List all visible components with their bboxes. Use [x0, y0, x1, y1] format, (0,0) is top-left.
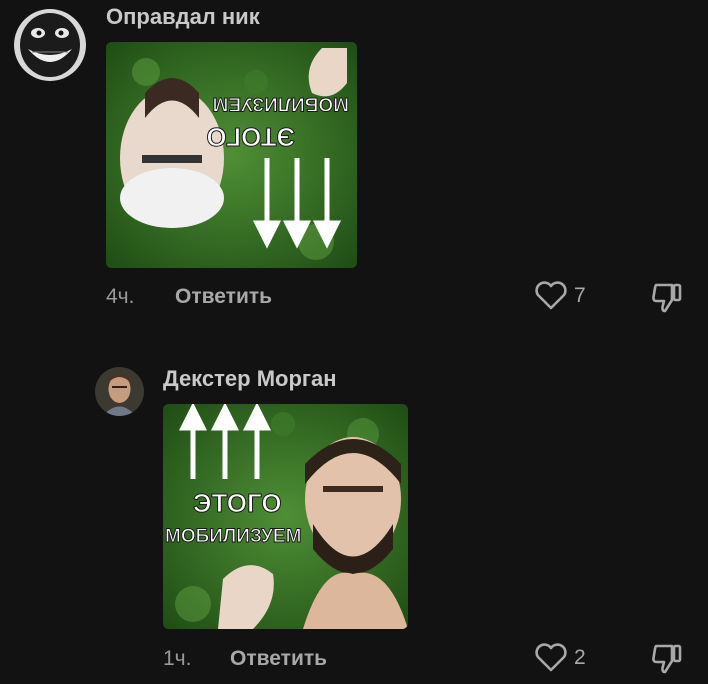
like-count: 2 [574, 646, 586, 669]
comment-timestamp: 1ч. [163, 647, 192, 670]
like-button[interactable]: 2 [534, 643, 586, 673]
meme-image-upside-down: ЭТОГО МОБИЛИЗУЕМ [106, 42, 357, 268]
meme-text-line1: ЭТОГО [193, 488, 282, 518]
meme-text-line2: МОБИЛИЗУЕМ [213, 93, 349, 114]
heart-icon [535, 281, 567, 310]
comment-username[interactable]: Оправдал ник [106, 4, 260, 30]
like-count: 7 [574, 284, 586, 307]
meme-image: ЭТОГО МОБИЛИЗУЕМ [163, 404, 408, 629]
like-button[interactable]: 7 [534, 281, 586, 311]
dislike-button[interactable] [650, 641, 684, 680]
comment-image[interactable]: ЭТОГО МОБИЛИЗУЕМ [106, 42, 357, 268]
comment-image[interactable]: ЭТОГО МОБИЛИЗУЕМ [163, 404, 408, 629]
man-portrait-icon [95, 367, 144, 416]
dislike-button[interactable] [650, 280, 684, 319]
thumbs-down-icon [652, 283, 682, 313]
reply-button[interactable]: Ответить [175, 285, 272, 309]
commenter-avatar[interactable] [95, 367, 144, 416]
thumbs-down-icon [652, 644, 682, 674]
meme-text-line1: ЭТОГО [206, 122, 295, 152]
comment-timestamp: 4ч. [106, 285, 135, 308]
commenter-avatar[interactable] [14, 9, 86, 81]
heart-icon [535, 643, 567, 672]
troll-face-icon [14, 9, 86, 81]
reply-button[interactable]: Ответить [230, 647, 327, 671]
meme-text-line2: МОБИЛИЗУЕМ [165, 526, 301, 547]
comment-username[interactable]: Декстер Морган [163, 366, 337, 392]
